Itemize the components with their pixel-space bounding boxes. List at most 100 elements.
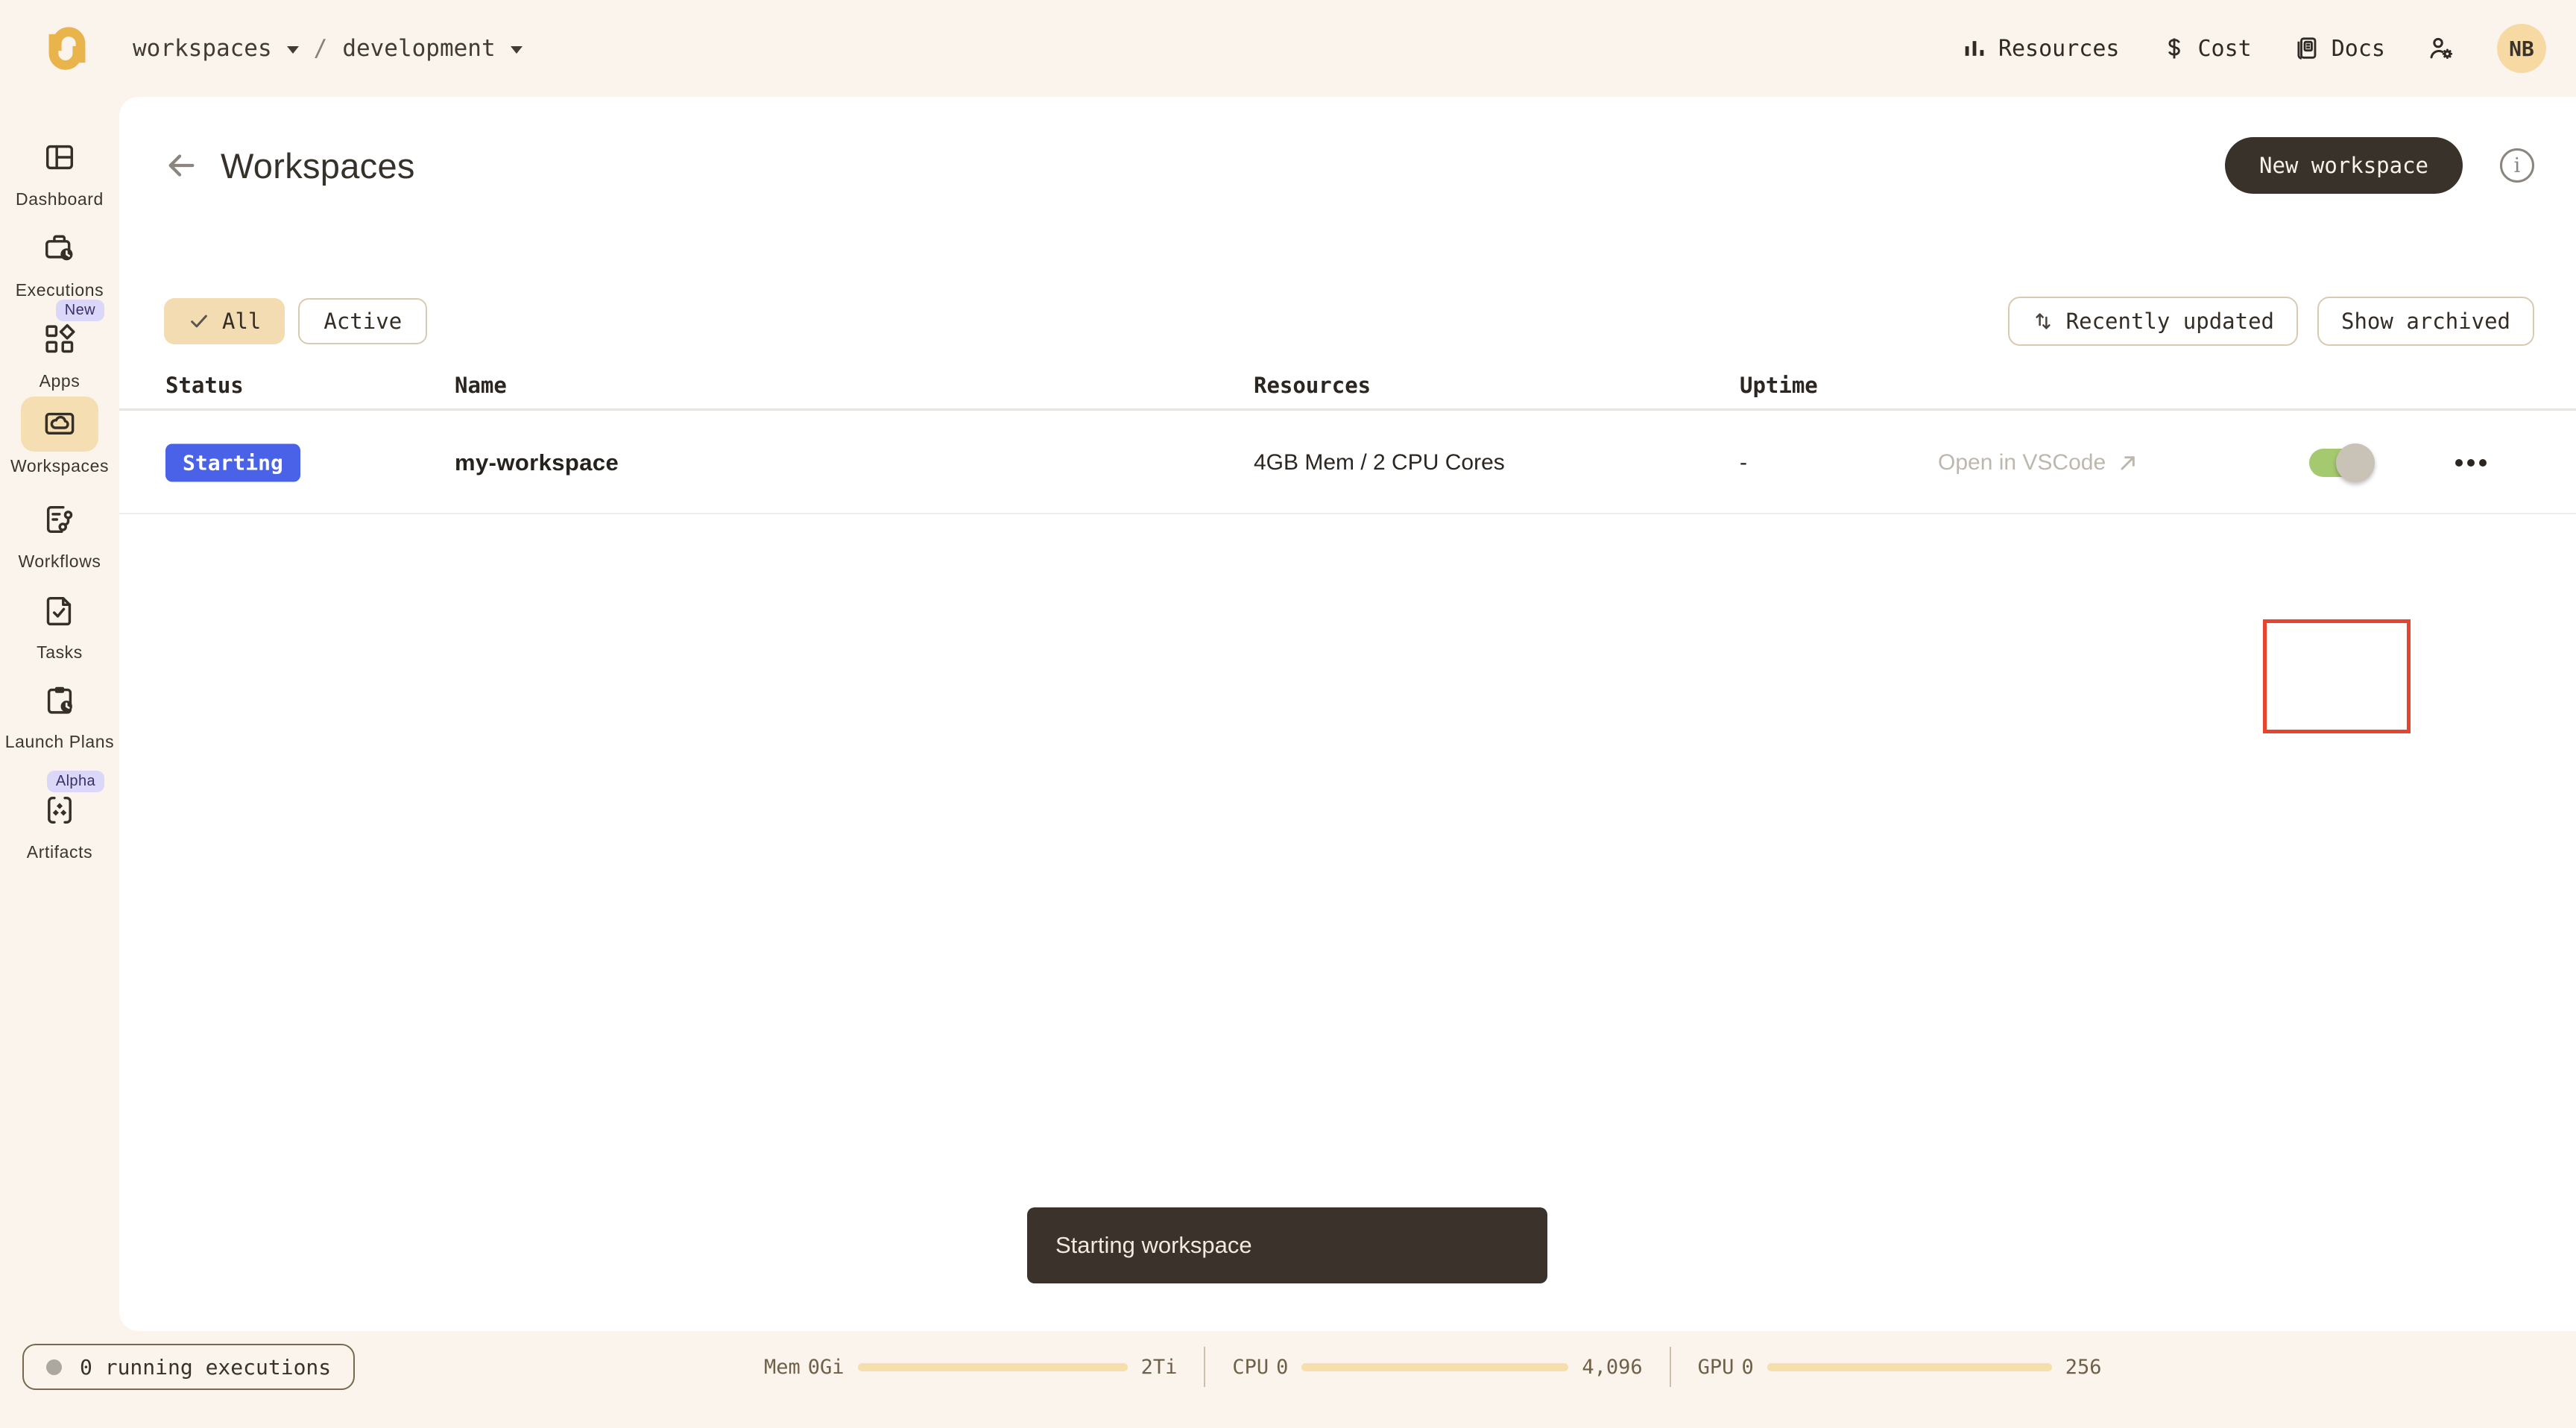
- back-arrow-icon[interactable]: [164, 148, 198, 183]
- mem-max: 2Ti: [1140, 1355, 1178, 1379]
- workspace-resources: 4GB Mem / 2 CPU Cores: [1254, 449, 1505, 475]
- sidebar-item-workflows[interactable]: Workflows: [0, 492, 119, 572]
- running-executions-pill[interactable]: 0 running executions: [22, 1344, 356, 1390]
- sidebar-item-tasks[interactable]: Tasks: [0, 583, 119, 663]
- sidebar-item-label: Workspaces: [10, 456, 110, 476]
- show-archived-label: Show archived: [2341, 309, 2510, 334]
- sort-button-label: Recently updated: [2065, 309, 2275, 334]
- dot: [2467, 458, 2475, 467]
- info-icon[interactable]: i: [2500, 148, 2534, 183]
- cpu-max: 4,096: [1582, 1355, 1643, 1379]
- sidebar-item-label: Apps: [39, 371, 80, 391]
- bar-chart-icon: [1965, 41, 1984, 56]
- nav-cost[interactable]: Cost: [2162, 36, 2252, 62]
- table-header: Status Name Resources Uptime: [119, 365, 2576, 411]
- row-menu-button[interactable]: [2455, 458, 2487, 467]
- running-executions-label: 0 running executions: [80, 1354, 332, 1380]
- breadcrumb-separator: /: [313, 35, 328, 62]
- sidebar-item-label: Launch Plans: [4, 732, 115, 751]
- sidebar-item-label: Executions: [15, 280, 104, 300]
- gpu-max: 256: [2065, 1355, 2102, 1379]
- toast: Starting workspace: [1027, 1207, 1547, 1283]
- project-selector[interactable]: development: [342, 35, 495, 62]
- gpu-bar: [1767, 1362, 2052, 1371]
- open-in-vscode-link[interactable]: Open in VSCode: [1938, 450, 2140, 476]
- nav-resources[interactable]: Resources: [1962, 36, 2120, 62]
- sort-button[interactable]: Recently updated: [2007, 297, 2299, 346]
- dollar-icon: [2168, 38, 2180, 59]
- docs-icon: [2297, 37, 2317, 60]
- check-icon: [191, 315, 207, 328]
- cpu-meter: CPU 0 4,096: [1232, 1356, 1642, 1379]
- chevron-down-icon[interactable]: [286, 46, 299, 54]
- artifacts-icon: [48, 796, 72, 824]
- avatar[interactable]: NB: [2497, 24, 2546, 73]
- external-link-icon: [2121, 455, 2135, 470]
- divider: [119, 408, 2576, 411]
- sidebar-item-label: Dashboard: [16, 189, 104, 209]
- executions-icon: [45, 235, 73, 261]
- new-badge: New: [55, 300, 104, 321]
- gpu-meter: GPU 0 256: [1698, 1356, 2102, 1379]
- page-title: Workspaces: [221, 145, 415, 186]
- workspace-toggle[interactable]: [2309, 443, 2375, 482]
- sort-arrows-icon: [2036, 313, 2051, 329]
- mem-bar: [857, 1362, 1128, 1371]
- sidebar-item-label: Artifacts: [26, 842, 93, 862]
- sidebar-item-label: Tasks: [37, 642, 83, 662]
- avatar-initials: NB: [2509, 36, 2534, 61]
- chevron-down-icon[interactable]: [510, 46, 523, 54]
- show-archived-button[interactable]: Show archived: [2317, 297, 2534, 346]
- mem-meter: Mem 0Gi 2Ti: [764, 1356, 1177, 1379]
- sidebar-item-executions[interactable]: Executions: [0, 221, 119, 300]
- sidebar-item-launch-plans[interactable]: Launch Plans: [0, 672, 119, 752]
- filter-active-chip[interactable]: Active: [298, 298, 428, 344]
- open-in-vscode-label: Open in VSCode: [1938, 449, 2106, 475]
- union-logo[interactable]: [42, 23, 92, 74]
- dot: [2455, 458, 2463, 467]
- filter-active-label: Active: [323, 309, 402, 334]
- sidebar-item-workspaces[interactable]: Workspaces: [0, 397, 119, 476]
- divider: [1204, 1347, 1206, 1387]
- nav-resources-label: Resources: [1998, 35, 2120, 62]
- workspace-name[interactable]: my-workspace: [455, 449, 619, 476]
- new-workspace-button[interactable]: New workspace: [2225, 137, 2463, 194]
- filter-row: All Active Recently updated Show archive…: [164, 297, 2534, 346]
- nav-cost-label: Cost: [2197, 35, 2252, 62]
- table-row[interactable]: Starting my-workspace 4GB Mem / 2 CPU Co…: [119, 412, 2576, 733]
- apps-icon: [45, 323, 75, 353]
- top-nav: Resources Cost Docs NB: [1962, 24, 2546, 73]
- sidebar-item-apps[interactable]: New Apps: [0, 300, 119, 391]
- dot: [2479, 458, 2487, 467]
- workflows-icon: [46, 505, 73, 534]
- sidebar-item-artifacts[interactable]: Alpha Artifacts: [0, 771, 119, 862]
- sidebar-item-dashboard[interactable]: Dashboard: [0, 130, 119, 209]
- nav-docs-label: Docs: [2331, 35, 2385, 62]
- filter-all-chip[interactable]: All: [164, 298, 285, 344]
- dashboard-icon: [45, 145, 74, 170]
- status-badge: Starting: [165, 443, 300, 481]
- gpu-label: GPU: [1697, 1355, 1734, 1379]
- page-header: Workspaces New workspace i: [164, 128, 2534, 203]
- column-header-status: Status: [165, 373, 244, 398]
- tasks-icon: [46, 596, 72, 626]
- user-settings-icon[interactable]: [2427, 34, 2455, 63]
- cpu-label: CPU: [1232, 1355, 1269, 1379]
- gpu-current: 0: [1741, 1355, 1754, 1379]
- column-header-uptime: Uptime: [1740, 373, 1818, 398]
- workspaces-page: { "topbar": { "breadcrumb": { "workspace…: [0, 0, 2576, 1428]
- toggle-knob: [2336, 443, 2375, 482]
- column-header-resources: Resources: [1254, 373, 1371, 398]
- mem-current: 0Gi: [807, 1355, 845, 1379]
- cpu-current: 0: [1276, 1355, 1289, 1379]
- alpha-badge: Alpha: [46, 771, 104, 792]
- status-dot: [46, 1359, 62, 1375]
- nav-docs[interactable]: Docs: [2294, 35, 2385, 62]
- sidebar: Dashboard Executions New Apps Workspaces…: [0, 97, 119, 1331]
- toast-message: Starting workspace: [1055, 1232, 1252, 1258]
- main-panel: Workspaces New workspace i All Active Re…: [119, 97, 2576, 1331]
- breadcrumb: workspaces / development: [133, 35, 523, 62]
- workspace-selector[interactable]: workspaces: [133, 35, 272, 62]
- topbar: workspaces / development Resources Cost: [0, 0, 2576, 97]
- sidebar-item-label: Workflows: [18, 552, 101, 571]
